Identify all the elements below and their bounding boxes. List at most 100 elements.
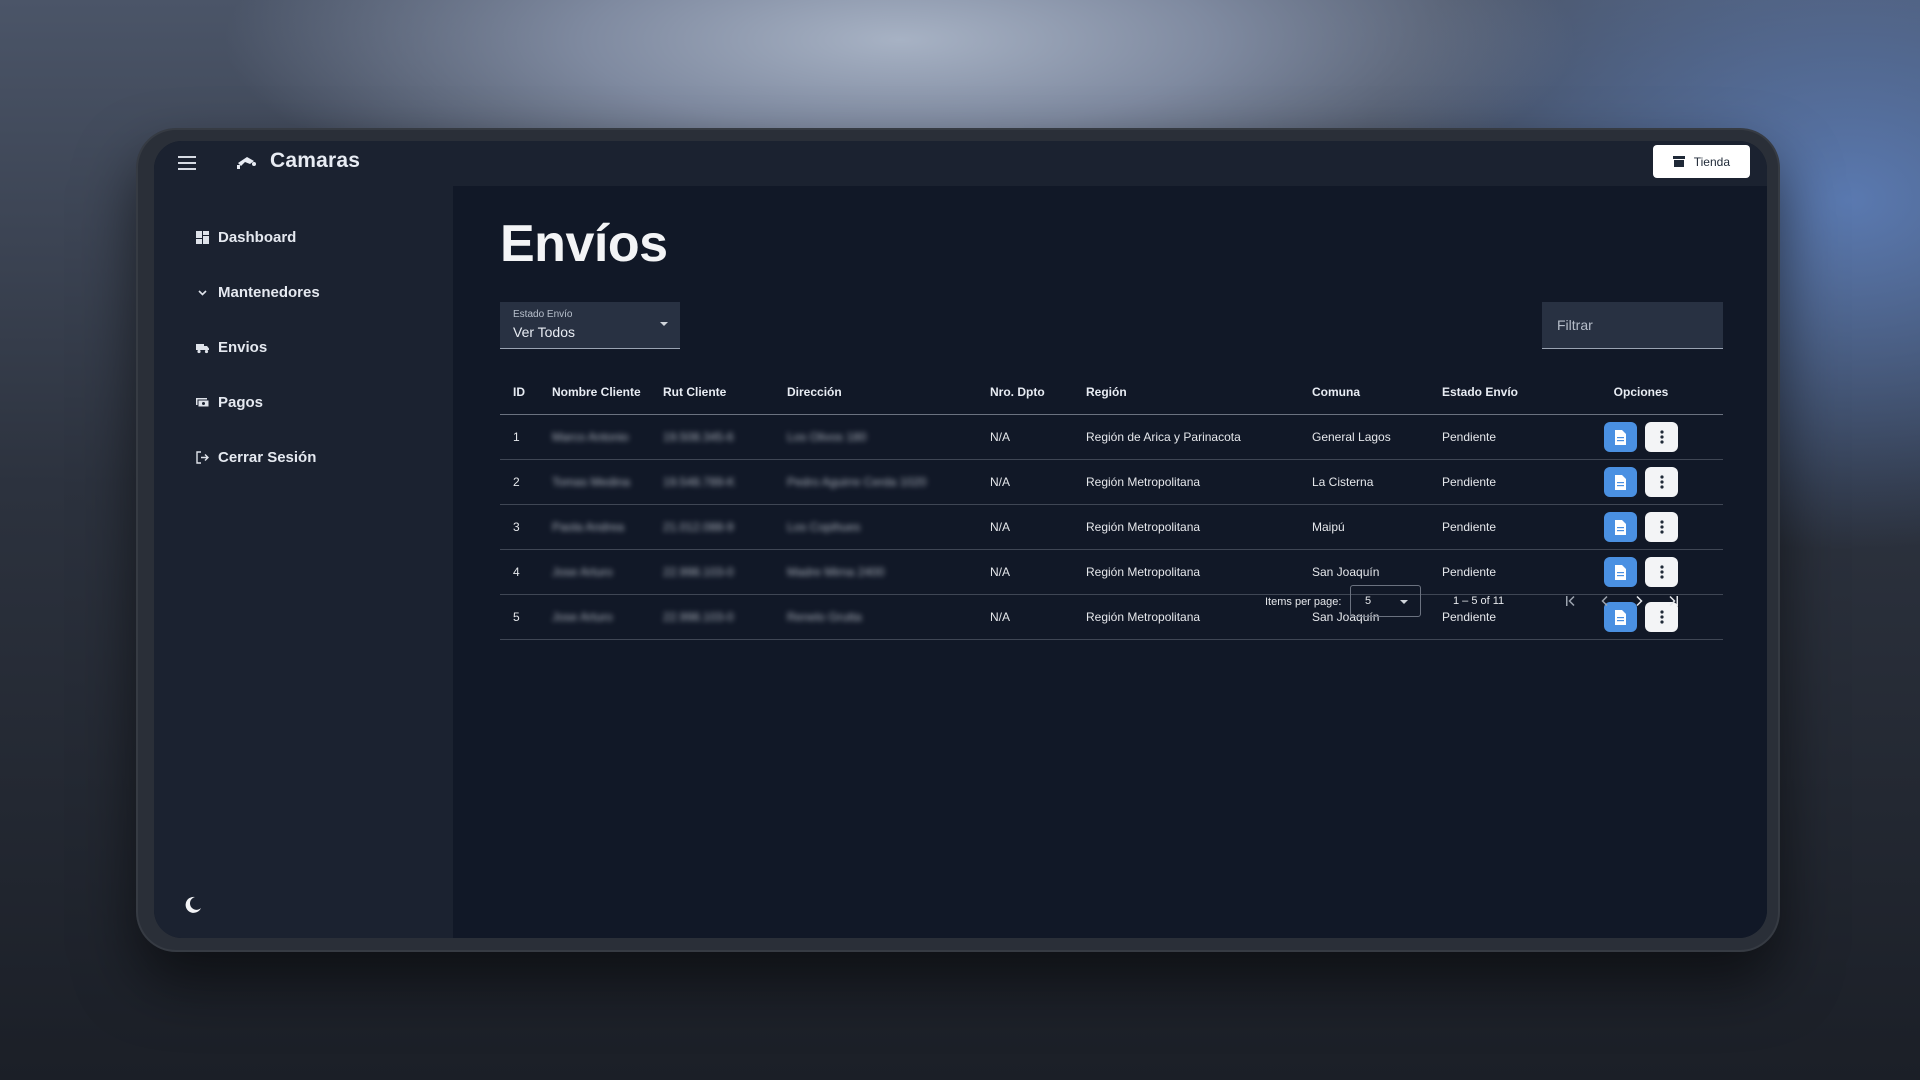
more-options-button[interactable] — [1645, 512, 1678, 542]
menu-icon[interactable] — [174, 151, 200, 175]
store-button[interactable]: Tienda — [1652, 145, 1750, 178]
top-toolbar: Camaras Tienda — [154, 141, 1767, 186]
last-page-button[interactable] — [1663, 591, 1683, 611]
page-range-label: 1 – 5 of 11 — [1453, 595, 1505, 607]
sidebar: Dashboard Mantenedores Envios Pagos Cerr… — [154, 186, 453, 938]
table-row: 2 Tomas Medina 19.548.789-K Pedro Aguirr… — [500, 459, 1723, 505]
page-title: Envíos — [500, 215, 668, 273]
cell-id: 3 — [500, 504, 539, 550]
cell-estado-envio: Pendiente — [1429, 504, 1559, 550]
sidebar-item-label: Mantenedores — [218, 284, 320, 301]
dashboard-icon — [196, 231, 209, 244]
cell-direccion: Los Copihues — [787, 520, 861, 534]
brand[interactable]: Camaras — [236, 149, 360, 173]
cell-region: Región Metropolitana — [1073, 504, 1299, 550]
cell-rut-cliente: 22.998.103-0 — [663, 565, 734, 579]
cell-rut-cliente: 19.548.789-K — [663, 475, 736, 489]
theme-toggle-button[interactable] — [182, 894, 204, 916]
truck-icon — [196, 344, 209, 354]
items-per-page-value: 5 — [1365, 595, 1372, 607]
sidebar-item-dashboard[interactable]: Dashboard — [196, 229, 296, 246]
cell-region: Región de Arica y Parinacota — [1073, 414, 1299, 460]
table-header-row: ID Nombre Cliente Rut Cliente Dirección … — [500, 370, 1723, 415]
cell-nombre-cliente: Jose Arturo — [552, 565, 613, 579]
paginator: Items per page: 5 1 – 5 of 11 — [453, 583, 1723, 619]
view-document-button[interactable] — [1604, 512, 1637, 542]
app-title: Camaras — [270, 149, 361, 172]
cell-nombre-cliente: Tomas Medina — [552, 475, 631, 489]
store-icon — [1672, 156, 1685, 167]
cell-nombre-cliente: Marco Antonio — [552, 430, 629, 444]
sidebar-item-pagos[interactable]: Pagos — [196, 394, 263, 411]
logout-icon — [196, 451, 209, 464]
sidebar-item-label: Pagos — [218, 394, 264, 411]
moon-icon — [185, 896, 201, 913]
sidebar-item-label: Cerrar Sesión — [218, 449, 317, 466]
more-options-button[interactable] — [1645, 467, 1678, 497]
column-header-id[interactable]: ID — [500, 370, 539, 415]
cell-estado-envio: Pendiente — [1429, 414, 1559, 460]
table-row: 1 Marco Antonio 19.508.345-6 Los Olivos … — [500, 414, 1723, 460]
column-header-comuna[interactable]: Comuna — [1299, 370, 1429, 415]
cell-comuna: General Lagos — [1299, 414, 1429, 460]
filter-field[interactable] — [1542, 302, 1723, 349]
cell-opciones — [1559, 504, 1723, 550]
cell-opciones — [1559, 459, 1723, 505]
app-window: Camaras Tienda Dashboard Mantenedores En… — [154, 141, 1767, 938]
store-button-label: Tienda — [1693, 154, 1730, 169]
camera-icon — [237, 157, 256, 169]
items-per-page-select[interactable]: 5 — [1350, 585, 1421, 617]
cell-nombre-cliente: Paola Andrea — [552, 520, 625, 534]
column-header-direccion[interactable]: Dirección — [774, 370, 977, 415]
cell-direccion: Madre Mirna 2400 — [787, 565, 885, 579]
dropdown-arrow-icon — [1400, 600, 1408, 604]
table-row: 3 Paola Andrea 21.012.088-9 Los Copihues… — [500, 504, 1723, 550]
first-page-icon — [1566, 595, 1575, 607]
column-header-rut-cliente[interactable]: Rut Cliente — [650, 370, 774, 415]
column-header-nro-dpto[interactable]: Nro. Dpto — [977, 370, 1073, 415]
column-header-nombre-cliente[interactable]: Nombre Cliente — [539, 370, 650, 415]
column-header-opciones: Opciones — [1559, 370, 1723, 415]
cell-nro-dpto: N/A — [977, 504, 1073, 550]
cell-estado-envio: Pendiente — [1429, 459, 1559, 505]
more-vert-icon — [1659, 520, 1664, 534]
document-icon — [1615, 564, 1626, 580]
view-document-button[interactable] — [1604, 467, 1637, 497]
cell-nro-dpto: N/A — [977, 414, 1073, 460]
cell-comuna: Maipú — [1299, 504, 1429, 550]
cell-nro-dpto: N/A — [977, 459, 1073, 505]
next-page-button[interactable] — [1629, 591, 1649, 611]
cell-id: 1 — [500, 414, 539, 460]
cell-region: Región Metropolitana — [1073, 459, 1299, 505]
document-icon — [1615, 519, 1626, 535]
filter-input[interactable] — [1555, 316, 1709, 334]
main-content: Envíos Estado Envío Ver Todos ID Nombre … — [453, 186, 1767, 938]
first-page-button[interactable] — [1561, 591, 1581, 611]
status-filter-label: Estado Envío — [513, 309, 573, 320]
last-page-icon — [1669, 595, 1678, 607]
items-per-page-label: Items per page: — [1265, 596, 1342, 608]
status-filter-value: Ver Todos — [513, 324, 576, 340]
column-header-estado-envio[interactable]: Estado Envío — [1429, 370, 1559, 415]
sidebar-item-envios[interactable]: Envios — [196, 339, 267, 356]
cell-comuna: La Cisterna — [1299, 459, 1429, 505]
chevron-down-icon — [198, 290, 207, 296]
previous-page-button[interactable] — [1595, 591, 1615, 611]
column-header-region[interactable]: Región — [1073, 370, 1299, 415]
status-filter-select[interactable]: Estado Envío Ver Todos — [500, 302, 680, 349]
cell-opciones — [1559, 414, 1723, 460]
view-document-button[interactable] — [1604, 422, 1637, 452]
payments-icon — [196, 398, 209, 408]
cell-rut-cliente: 21.012.088-9 — [663, 520, 734, 534]
sidebar-item-mantenedores[interactable]: Mantenedores — [196, 284, 320, 301]
more-vert-icon — [1659, 475, 1664, 489]
chevron-right-icon — [1636, 595, 1643, 607]
cell-direccion: Los Olivos 180 — [787, 430, 867, 444]
cell-id: 2 — [500, 459, 539, 505]
sidebar-item-label: Envios — [218, 339, 268, 356]
sidebar-item-cerrar-sesion[interactable]: Cerrar Sesión — [196, 449, 316, 466]
more-options-button[interactable] — [1645, 422, 1678, 452]
cell-rut-cliente: 19.508.345-6 — [663, 430, 734, 444]
cell-direccion: Pedro Aguirre Cerda 1020 — [787, 475, 927, 489]
dropdown-arrow-icon — [660, 322, 668, 326]
